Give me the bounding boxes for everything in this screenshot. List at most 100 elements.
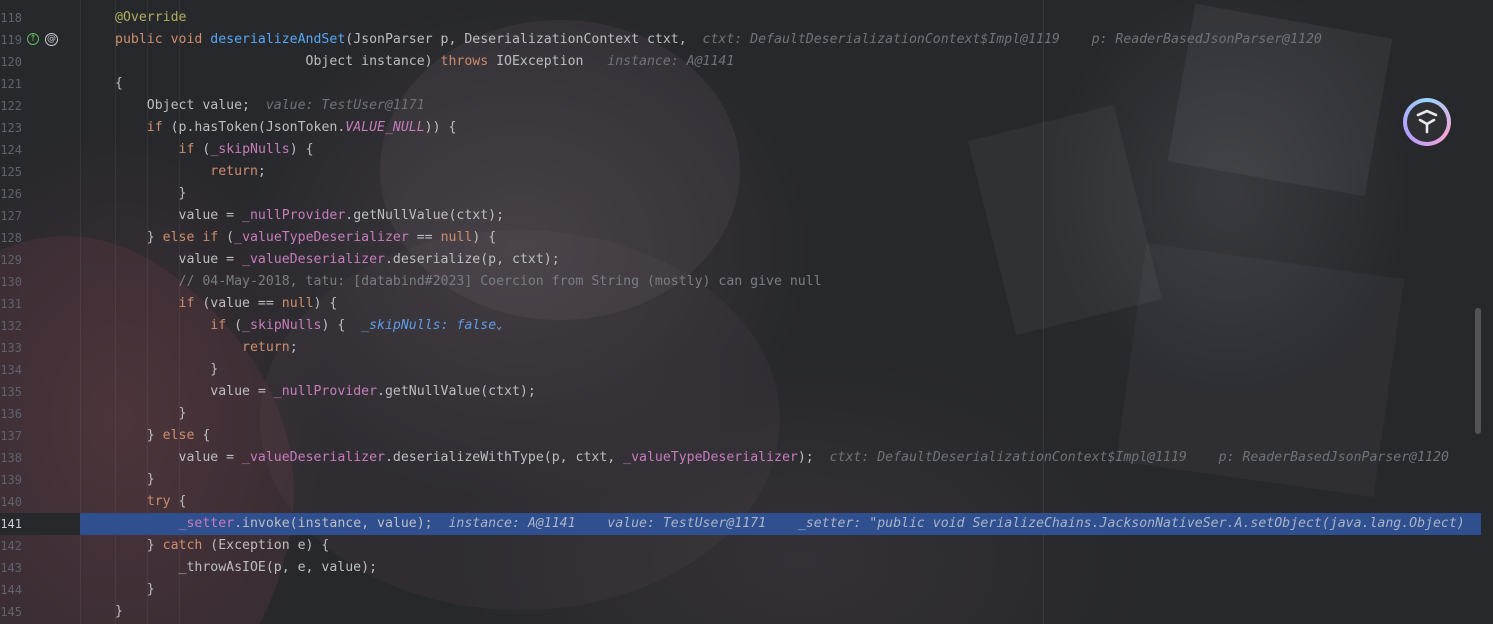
code-text[interactable]: }: [115, 579, 155, 601]
line-number[interactable]: 119: [0, 29, 22, 51]
line-number[interactable]: 137: [0, 425, 22, 447]
code-text[interactable]: value = _nullProvider.getNullValue(ctxt)…: [115, 381, 536, 403]
code-text[interactable]: public void deserializeAndSet(JsonParser…: [115, 29, 1322, 51]
code-text[interactable]: value = _nullProvider.getNullValue(ctxt)…: [115, 205, 505, 227]
line-number[interactable]: 118: [0, 7, 22, 29]
code-line[interactable]: 119 ↑ @ public void deserializeAndSet(JsonP…: [0, 29, 1481, 51]
code-text[interactable]: if (value == null) {: [115, 293, 338, 315]
line-number[interactable]: 139: [0, 469, 22, 491]
code-line[interactable]: 140 try {: [0, 491, 1481, 513]
code-line[interactable]: 120 Object instance) throws IOException …: [0, 51, 1481, 73]
code-line[interactable]: 136 }: [0, 403, 1481, 425]
code-line[interactable]: 132 if (_skipNulls) { _skipNulls: false⌄: [0, 315, 1481, 337]
code-token: _throwAsIOE(p, e, value);: [115, 560, 378, 575]
line-number[interactable]: 120: [0, 51, 22, 73]
code-line[interactable]: 130 // 04-May-2018, tatu: [databind#2023…: [0, 271, 1481, 293]
code-editor[interactable]: 118 @Override 119 ↑ @ public void deserialize…: [0, 0, 1493, 624]
line-number[interactable]: 131: [0, 293, 22, 315]
code-text[interactable]: try {: [115, 491, 187, 513]
code-line[interactable]: 123 if (p.hasToken(JsonToken.VALUE_NULL)…: [0, 117, 1481, 139]
inline-debug-value: _skipNulls: false: [361, 318, 497, 333]
code-text[interactable]: }: [115, 469, 155, 491]
code-text[interactable]: }: [115, 183, 187, 205]
code-text[interactable]: _setter.invoke(instance, value); instanc…: [115, 513, 1465, 535]
code-text[interactable]: // 04-May-2018, tatu: [databind#2023] Co…: [115, 271, 822, 293]
line-number[interactable]: 125: [0, 161, 22, 183]
code-line[interactable]: 121 {: [0, 73, 1481, 95]
code-text[interactable]: }: [115, 601, 123, 623]
code-line[interactable]: 127 value = _nullProvider.getNullValue(c…: [0, 205, 1481, 227]
code-line[interactable]: 144 }: [0, 579, 1481, 601]
code-line[interactable]: 131 if (value == null) {: [0, 293, 1481, 315]
code-text[interactable]: } else {: [115, 425, 211, 447]
code-line[interactable]: 125 return;: [0, 161, 1481, 183]
line-number[interactable]: 121: [0, 73, 22, 95]
code-line[interactable]: 118 @Override: [0, 7, 1481, 29]
scrollbar-thumb[interactable]: [1475, 308, 1481, 434]
code-token: @Override: [115, 10, 187, 25]
code-text[interactable]: Object instance) throws IOException inst…: [115, 51, 735, 73]
code-token: _valueDeserializer: [242, 450, 385, 465]
code-line[interactable]: 135 value = _nullProvider.getNullValue(c…: [0, 381, 1481, 403]
code-text[interactable]: }: [115, 403, 187, 425]
code-line[interactable]: 139 }: [0, 469, 1481, 491]
line-number[interactable]: 130: [0, 271, 22, 293]
annotation-marker-icon[interactable]: @: [45, 33, 58, 46]
ai-assistant-button[interactable]: [1403, 98, 1451, 146]
code-text[interactable]: if (_skipNulls) { _skipNulls: false⌄: [115, 315, 502, 338]
line-number[interactable]: 129: [0, 249, 22, 271]
code-text[interactable]: Object value; value: TestUser@1171: [115, 95, 425, 117]
code-line[interactable]: 122 Object value; value: TestUser@1171: [0, 95, 1481, 117]
code-text[interactable]: }: [115, 359, 218, 381]
code-text[interactable]: @Override: [115, 7, 186, 29]
line-number[interactable]: 141: [0, 513, 22, 535]
code-line[interactable]: 134 }: [0, 359, 1481, 381]
code-token: // 04-May-2018, tatu: [databind#2023] Co…: [115, 274, 822, 289]
code-line[interactable]: 129 value = _valueDeserializer.deseriali…: [0, 249, 1481, 271]
line-number[interactable]: 127: [0, 205, 22, 227]
code-line[interactable]: 143 _throwAsIOE(p, e, value);: [0, 557, 1481, 579]
code-line[interactable]: 137 } else {: [0, 425, 1481, 447]
current-execution-line[interactable]: 141 _setter.invoke(instance, value); ins…: [0, 513, 1481, 535]
line-number[interactable]: 123: [0, 117, 22, 139]
code-line[interactable]: 145}: [0, 601, 1481, 623]
code-line[interactable]: 142 } catch (Exception e) {: [0, 535, 1481, 557]
override-marker-icon[interactable]: ↑: [27, 33, 39, 45]
code-text[interactable]: if (p.hasToken(JsonToken.VALUE_NULL)) {: [115, 117, 457, 139]
code-line[interactable]: 124 if (_skipNulls) {: [0, 139, 1481, 161]
line-number[interactable]: 122: [0, 95, 22, 117]
line-number[interactable]: 142: [0, 535, 22, 557]
code-line[interactable]: 138 value = _valueDeserializer.deseriali…: [0, 447, 1481, 469]
code-text[interactable]: value = _valueDeserializer.deserialize(p…: [115, 249, 560, 271]
code-text[interactable]: } catch (Exception e) {: [115, 535, 330, 557]
code-text[interactable]: _throwAsIOE(p, e, value);: [115, 557, 378, 579]
line-number[interactable]: 134: [0, 359, 22, 381]
line-number[interactable]: 145: [0, 601, 22, 623]
line-number[interactable]: 138: [0, 447, 22, 469]
line-number[interactable]: 124: [0, 139, 22, 161]
code-text[interactable]: return;: [115, 337, 298, 359]
code-text[interactable]: } else if (_valueTypeDeserializer == nul…: [115, 227, 496, 249]
chevron-down-icon[interactable]: ⌄: [496, 321, 502, 332]
line-number[interactable]: 133: [0, 337, 22, 359]
line-number[interactable]: 128: [0, 227, 22, 249]
line-number[interactable]: 135: [0, 381, 22, 403]
code-text[interactable]: return;: [115, 161, 266, 183]
code-text[interactable]: value = _valueDeserializer.deserializeWi…: [115, 447, 1449, 469]
code-token: }: [115, 538, 163, 553]
code-line[interactable]: 133 return;: [0, 337, 1481, 359]
code-line[interactable]: 126 }: [0, 183, 1481, 205]
line-number[interactable]: 140: [0, 491, 22, 513]
code-token: void: [170, 32, 211, 47]
line-number[interactable]: 126: [0, 183, 22, 205]
code-text[interactable]: {: [115, 73, 123, 95]
code-text[interactable]: if (_skipNulls) {: [115, 139, 314, 161]
code-line[interactable]: 128 } else if (_valueTypeDeserializer ==…: [0, 227, 1481, 249]
line-number[interactable]: 132: [0, 315, 22, 337]
line-number[interactable]: 136: [0, 403, 22, 425]
line-number[interactable]: 143: [0, 557, 22, 579]
line-number[interactable]: 144: [0, 579, 22, 601]
code-token: _skipNulls: [242, 318, 322, 333]
